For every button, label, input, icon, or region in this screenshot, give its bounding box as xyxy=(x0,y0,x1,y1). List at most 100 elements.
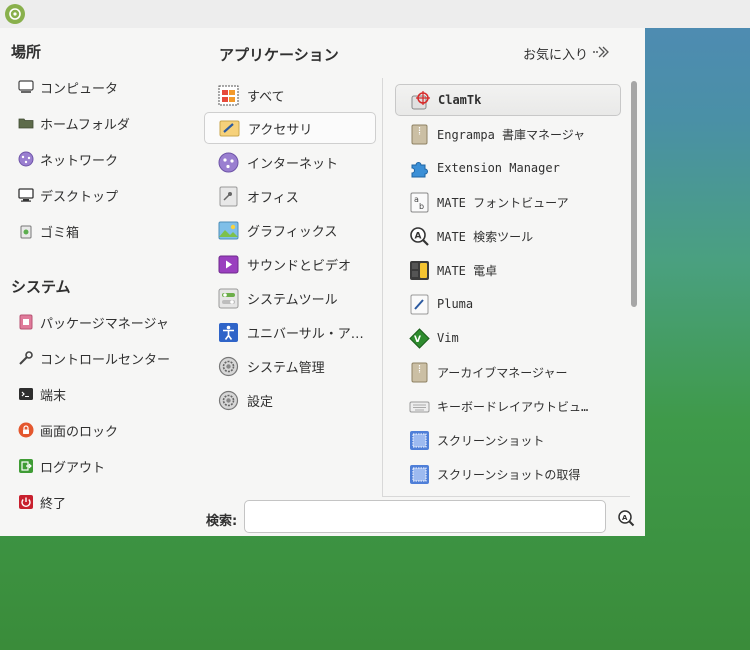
take-screenshot-icon xyxy=(409,464,430,485)
system-label: 端末 xyxy=(40,388,67,404)
package-manager-icon xyxy=(18,314,34,330)
app-engrampa[interactable]: Engrampa 書庫マネージャ xyxy=(395,118,621,150)
place-label: ゴミ箱 xyxy=(40,225,80,241)
category-universal-access[interactable]: ユニバーサル・ア… xyxy=(204,316,376,348)
category-label: システム管理 xyxy=(247,360,325,376)
lock-icon xyxy=(18,422,34,438)
all-apps-icon xyxy=(218,85,239,106)
system-shutdown[interactable]: 終了 xyxy=(18,490,66,514)
category-internet[interactable]: インターネット xyxy=(204,146,376,178)
search-icon[interactable]: A xyxy=(617,509,635,527)
internet-icon xyxy=(218,152,239,173)
category-accessories[interactable]: アクセサリ xyxy=(204,112,376,144)
category-sound-video[interactable]: サウンドとビデオ xyxy=(204,248,376,280)
applications-title: アプリケーション xyxy=(219,46,339,64)
app-search-tool[interactable]: A MATE 検索ツール xyxy=(395,220,621,252)
category-administration[interactable]: システム管理 xyxy=(204,350,376,382)
desktop-icon xyxy=(18,187,34,203)
app-take-screenshot[interactable]: スクリーンショットの取得 xyxy=(395,458,621,490)
settings-gear-icon xyxy=(218,390,239,411)
screenshot-icon xyxy=(409,430,430,451)
category-system-tools[interactable]: システムツール xyxy=(204,282,376,314)
app-vim[interactable]: V Vim xyxy=(395,322,621,354)
app-extension-manager[interactable]: Extension Manager xyxy=(395,152,621,184)
category-label: インターネット xyxy=(247,156,339,172)
system-label: コントロールセンター xyxy=(40,352,171,368)
vim-icon: V xyxy=(409,327,430,349)
favorites-button[interactable]: お気に入り xyxy=(523,44,610,63)
system-lock-screen[interactable]: 画面のロック xyxy=(18,418,118,442)
system-tools-icon xyxy=(218,288,239,309)
wrench-icon xyxy=(18,350,34,366)
app-pluma[interactable]: Pluma xyxy=(395,288,621,320)
category-all[interactable]: すべて xyxy=(204,79,376,111)
app-label: MATE フォントビューア xyxy=(437,195,569,210)
puzzle-icon xyxy=(409,158,430,179)
accessibility-icon xyxy=(218,322,239,343)
clamtk-icon xyxy=(410,90,431,111)
menu-button[interactable] xyxy=(5,4,25,24)
category-label: 設定 xyxy=(247,394,274,410)
folder-icon xyxy=(18,115,34,131)
font-viewer-icon: ab xyxy=(409,192,430,213)
archive-icon xyxy=(409,124,430,145)
system-label: パッケージマネージャ xyxy=(40,316,169,332)
application-list[interactable]: ClamTk Engrampa 書庫マネージャ Extension Manage… xyxy=(382,78,630,497)
system-label: ログアウト xyxy=(40,460,106,476)
graphics-icon xyxy=(218,220,239,241)
svg-text:A: A xyxy=(415,231,422,241)
app-label: Extension Manager xyxy=(437,161,560,175)
app-label: MATE 検索ツール xyxy=(437,229,534,244)
app-screenshot[interactable]: スクリーンショット xyxy=(395,424,621,456)
app-label: スクリーンショット xyxy=(437,433,545,448)
place-desktop[interactable]: デスクトップ xyxy=(18,183,118,207)
place-trash[interactable]: ゴミ箱 xyxy=(18,219,79,243)
svg-text:b: b xyxy=(419,202,424,211)
place-label: デスクトップ xyxy=(40,189,119,205)
top-panel xyxy=(0,0,750,28)
app-label: アーカイブマネージャー xyxy=(437,365,568,380)
app-clamtk[interactable]: ClamTk xyxy=(395,84,621,116)
place-home-folder[interactable]: ホームフォルダ xyxy=(18,111,130,135)
gear-icon xyxy=(218,356,239,377)
app-label: Vim xyxy=(437,331,459,345)
system-title: システム xyxy=(11,278,71,296)
app-label: スクリーンショットの取得 xyxy=(437,467,581,482)
multimedia-icon xyxy=(218,254,239,275)
category-label: アクセサリ xyxy=(248,122,313,138)
search-input[interactable] xyxy=(244,500,606,533)
place-label: コンピュータ xyxy=(40,81,119,97)
terminal-icon xyxy=(18,386,34,402)
place-computer[interactable]: コンピュータ xyxy=(18,75,118,99)
app-label: Engrampa 書庫マネージャ xyxy=(437,127,586,142)
app-archive-manager[interactable]: アーカイブマネージャー xyxy=(395,356,621,388)
category-label: システムツール xyxy=(247,292,338,308)
category-preferences[interactable]: 設定 xyxy=(204,384,376,416)
calculator-icon xyxy=(409,260,430,281)
computer-icon xyxy=(18,79,34,95)
system-label: 画面のロック xyxy=(40,424,119,440)
svg-text:A: A xyxy=(622,514,628,522)
application-menu: 場所 コンピュータ ホームフォルダ ネットワーク デスクトップ ゴミ箱 システム xyxy=(0,28,645,536)
search-tool-icon: A xyxy=(409,226,430,247)
archive-manager-icon xyxy=(409,362,430,383)
system-package-manager[interactable]: パッケージマネージャ xyxy=(18,310,169,334)
office-icon xyxy=(218,186,239,207)
system-label: 終了 xyxy=(40,496,67,512)
mate-logo-icon xyxy=(9,8,21,20)
system-terminal[interactable]: 端末 xyxy=(18,382,66,406)
category-office[interactable]: オフィス xyxy=(204,180,376,212)
system-logout[interactable]: ログアウト xyxy=(18,454,105,478)
category-label: サウンドとビデオ xyxy=(247,258,352,274)
app-label: キーボードレイアウトビュ… xyxy=(437,399,589,414)
app-list-scrollbar[interactable] xyxy=(631,81,637,307)
place-network[interactable]: ネットワーク xyxy=(18,147,118,171)
app-font-viewer[interactable]: ab MATE フォントビューア xyxy=(395,186,621,218)
app-keyboard-layout[interactable]: キーボードレイアウトビュ… xyxy=(395,390,621,422)
network-icon xyxy=(18,151,34,167)
place-label: ネットワーク xyxy=(40,153,119,169)
app-label: MATE 電卓 xyxy=(437,263,498,278)
system-control-center[interactable]: コントロールセンター xyxy=(18,346,170,370)
app-calculator[interactable]: MATE 電卓 xyxy=(395,254,621,286)
category-graphics[interactable]: グラフィックス xyxy=(204,214,376,246)
